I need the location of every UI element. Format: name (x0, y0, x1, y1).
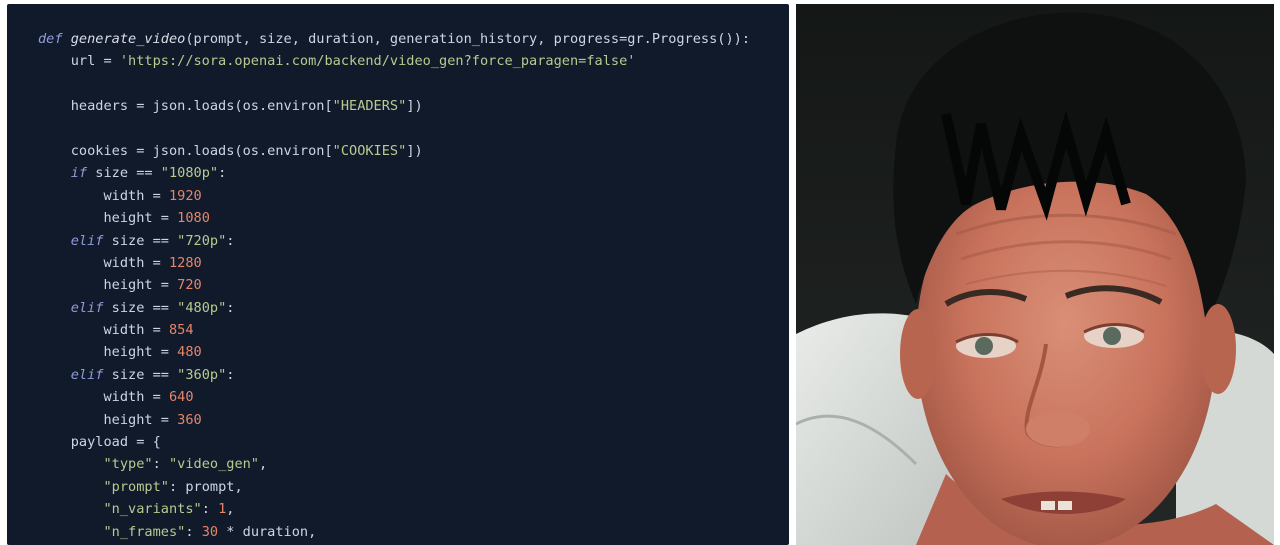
code-line: height = 480 (38, 341, 750, 363)
code-token: "video_gen" (168, 456, 259, 473)
code-token: width = (38, 389, 169, 406)
code-token: ]) (406, 142, 423, 159)
code-token: height = (38, 344, 178, 361)
code-token: width = (38, 254, 169, 271)
code-line: height = 1080 (38, 207, 750, 229)
code-line: cookies = json.loads(os.environ["COOKIES… (38, 140, 750, 162)
code-token: 'https://sora.openai.com/backend/video_g… (119, 53, 636, 70)
code-token: "360p" (177, 366, 227, 383)
code-token: : (185, 523, 202, 540)
code-token: elif (70, 299, 104, 316)
code-token: 640 (168, 389, 194, 406)
code-token: width = (38, 322, 169, 339)
code-token: 1920 (168, 187, 202, 204)
code-token: size == (103, 299, 178, 316)
code-token: width = (38, 187, 169, 204)
code-line: height = 360 (38, 409, 750, 431)
code-token: 480 (177, 344, 202, 361)
portrait-photo-image (796, 4, 1274, 545)
code-token: height = (38, 210, 178, 227)
code-token: url = (38, 53, 120, 70)
code-line: payload = { (38, 431, 750, 453)
code-token: "prompt" (103, 478, 169, 495)
code-token: 1080 (177, 210, 210, 227)
code-panel: def generate_video(prompt, size, duratio… (7, 4, 789, 545)
code-line: width = 1280 (38, 252, 750, 274)
code-token: height = (38, 411, 178, 428)
code-line: elif size == "360p": (38, 364, 750, 386)
code-line: "n_variants": 1, (38, 498, 750, 520)
code-token: : (201, 501, 219, 518)
code-token: cookies = json.loads(os.environ[ (38, 142, 333, 159)
code-token: "type" (103, 456, 153, 473)
code-token: : (218, 165, 227, 182)
code-token: size == (87, 165, 161, 182)
code-token: 720 (177, 277, 202, 294)
code-token: 1280 (168, 254, 202, 271)
code-token: "n_frames" (103, 523, 186, 540)
code-token: , (259, 456, 268, 473)
code-line: height = 720 (38, 274, 750, 296)
code-token: : (226, 299, 235, 316)
code-line: headers = json.loads(os.environ["HEADERS… (38, 95, 750, 117)
code-block: def generate_video(prompt, size, duratio… (38, 28, 750, 543)
code-token: , (226, 501, 235, 518)
code-token: "720p" (177, 232, 227, 249)
code-token: 360 (177, 411, 202, 428)
code-token: : (226, 366, 235, 383)
portrait-photo (796, 4, 1274, 545)
code-token: if (70, 165, 88, 182)
code-line: "prompt": prompt, (38, 476, 750, 498)
code-token: : (152, 456, 169, 473)
code-token: "COOKIES" (332, 142, 407, 159)
code-token: generate_video (70, 31, 186, 47)
code-token: "480p" (177, 299, 227, 316)
code-token: "HEADERS" (332, 98, 407, 115)
code-token: elif (70, 232, 104, 249)
code-token: size == (103, 232, 178, 249)
code-line: width = 1920 (38, 185, 750, 207)
code-token: headers = json.loads(os.environ[ (38, 98, 333, 115)
code-token: size == (103, 366, 178, 383)
code-token: height = (38, 277, 178, 294)
code-line: def generate_video(prompt, size, duratio… (38, 28, 750, 50)
code-line: if size == "1080p": (38, 162, 750, 184)
code-token: (prompt, size, duration, generation_hist… (185, 31, 751, 47)
code-token: elif (70, 366, 104, 383)
code-line: url = 'https://sora.openai.com/backend/v… (38, 50, 750, 72)
code-token: def (38, 31, 63, 47)
code-token: payload = { (38, 434, 161, 451)
code-token: 30 (201, 523, 219, 540)
code-token: * duration, (218, 523, 317, 540)
code-token: "n_variants" (103, 501, 202, 518)
code-token: : prompt, (168, 478, 243, 495)
code-token: "1080p" (160, 165, 219, 182)
code-token: ]) (406, 98, 423, 115)
code-token: 854 (168, 322, 194, 339)
code-line: "type": "video_gen", (38, 453, 750, 475)
code-line: width = 854 (38, 319, 750, 341)
code-token: : (226, 232, 235, 249)
code-line: elif size == "720p": (38, 230, 750, 252)
code-line: "n_frames": 30 * duration, (38, 521, 750, 543)
code-line: elif size == "480p": (38, 297, 750, 319)
code-line: width = 640 (38, 386, 750, 408)
